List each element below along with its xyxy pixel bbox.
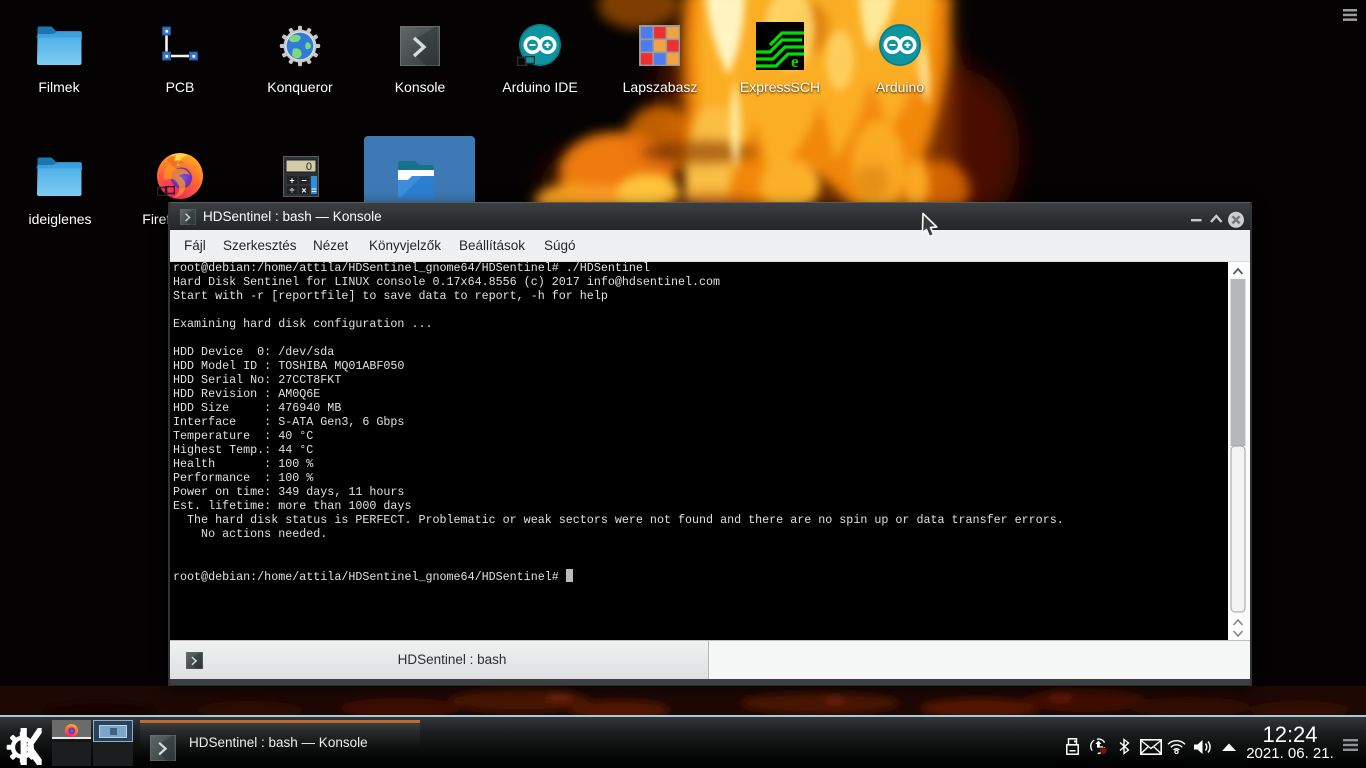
svg-text:÷: ÷ <box>290 186 295 196</box>
svg-text:−: − <box>301 176 306 186</box>
svg-text:+: + <box>289 176 294 186</box>
svg-text:=: = <box>311 186 316 196</box>
svg-text:e: e <box>791 52 799 70</box>
svg-text:0: 0 <box>306 161 312 173</box>
svg-text:×: × <box>301 186 306 196</box>
